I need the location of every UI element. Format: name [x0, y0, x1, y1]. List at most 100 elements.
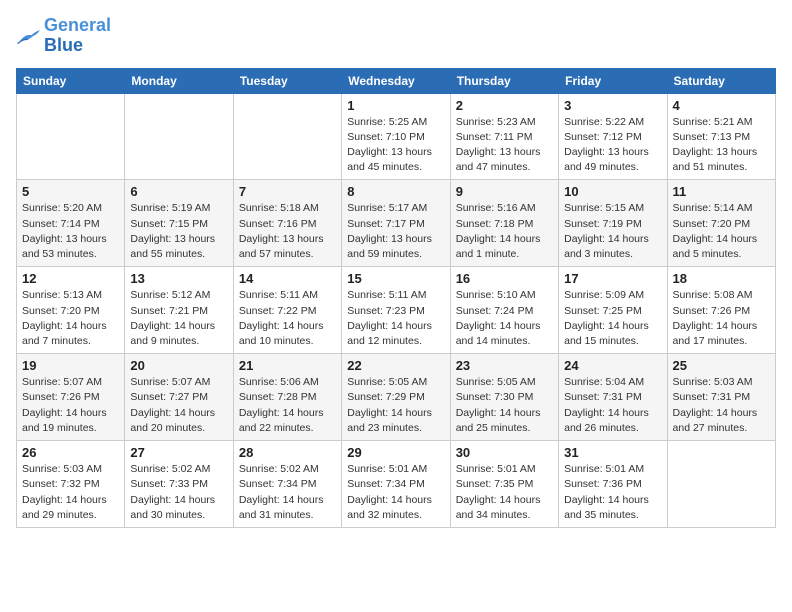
day-number: 21 — [239, 358, 336, 373]
calendar-cell: 7 Sunrise: 5:18 AMSunset: 7:16 PMDayligh… — [233, 180, 341, 267]
calendar-week-3: 12 Sunrise: 5:13 AMSunset: 7:20 PMDaylig… — [17, 267, 776, 354]
day-number: 29 — [347, 445, 444, 460]
calendar-cell: 17 Sunrise: 5:09 AMSunset: 7:25 PMDaylig… — [559, 267, 667, 354]
day-info: Sunrise: 5:01 AMSunset: 7:34 PMDaylight:… — [347, 462, 444, 523]
day-info: Sunrise: 5:07 AMSunset: 7:27 PMDaylight:… — [130, 375, 227, 436]
day-number: 7 — [239, 184, 336, 199]
day-info: Sunrise: 5:03 AMSunset: 7:32 PMDaylight:… — [22, 462, 119, 523]
day-number: 9 — [456, 184, 553, 199]
calendar-cell: 15 Sunrise: 5:11 AMSunset: 7:23 PMDaylig… — [342, 267, 450, 354]
day-number: 30 — [456, 445, 553, 460]
calendar-cell: 13 Sunrise: 5:12 AMSunset: 7:21 PMDaylig… — [125, 267, 233, 354]
day-info: Sunrise: 5:13 AMSunset: 7:20 PMDaylight:… — [22, 288, 119, 349]
calendar-cell — [233, 93, 341, 180]
calendar-week-5: 26 Sunrise: 5:03 AMSunset: 7:32 PMDaylig… — [17, 441, 776, 528]
day-info: Sunrise: 5:20 AMSunset: 7:14 PMDaylight:… — [22, 201, 119, 262]
calendar-cell: 23 Sunrise: 5:05 AMSunset: 7:30 PMDaylig… — [450, 354, 558, 441]
day-info: Sunrise: 5:11 AMSunset: 7:22 PMDaylight:… — [239, 288, 336, 349]
calendar-cell: 5 Sunrise: 5:20 AMSunset: 7:14 PMDayligh… — [17, 180, 125, 267]
day-number: 3 — [564, 98, 661, 113]
day-number: 19 — [22, 358, 119, 373]
calendar-cell: 4 Sunrise: 5:21 AMSunset: 7:13 PMDayligh… — [667, 93, 775, 180]
calendar-body: 1 Sunrise: 5:25 AMSunset: 7:10 PMDayligh… — [17, 93, 776, 527]
calendar-week-2: 5 Sunrise: 5:20 AMSunset: 7:14 PMDayligh… — [17, 180, 776, 267]
calendar-cell: 31 Sunrise: 5:01 AMSunset: 7:36 PMDaylig… — [559, 441, 667, 528]
day-info: Sunrise: 5:15 AMSunset: 7:19 PMDaylight:… — [564, 201, 661, 262]
day-info: Sunrise: 5:01 AMSunset: 7:36 PMDaylight:… — [564, 462, 661, 523]
day-info: Sunrise: 5:23 AMSunset: 7:11 PMDaylight:… — [456, 115, 553, 176]
calendar-cell — [667, 441, 775, 528]
calendar-header-friday: Friday — [559, 68, 667, 93]
calendar-cell: 16 Sunrise: 5:10 AMSunset: 7:24 PMDaylig… — [450, 267, 558, 354]
day-number: 8 — [347, 184, 444, 199]
calendar-cell: 29 Sunrise: 5:01 AMSunset: 7:34 PMDaylig… — [342, 441, 450, 528]
logo-text: GeneralBlue — [44, 16, 111, 56]
calendar-header-thursday: Thursday — [450, 68, 558, 93]
calendar-week-1: 1 Sunrise: 5:25 AMSunset: 7:10 PMDayligh… — [17, 93, 776, 180]
calendar-header-saturday: Saturday — [667, 68, 775, 93]
day-number: 11 — [673, 184, 770, 199]
day-number: 31 — [564, 445, 661, 460]
day-info: Sunrise: 5:07 AMSunset: 7:26 PMDaylight:… — [22, 375, 119, 436]
logo-bird-icon — [16, 26, 40, 46]
day-number: 14 — [239, 271, 336, 286]
calendar-cell: 2 Sunrise: 5:23 AMSunset: 7:11 PMDayligh… — [450, 93, 558, 180]
day-info: Sunrise: 5:05 AMSunset: 7:30 PMDaylight:… — [456, 375, 553, 436]
calendar-cell: 6 Sunrise: 5:19 AMSunset: 7:15 PMDayligh… — [125, 180, 233, 267]
calendar-header-wednesday: Wednesday — [342, 68, 450, 93]
calendar-cell: 10 Sunrise: 5:15 AMSunset: 7:19 PMDaylig… — [559, 180, 667, 267]
calendar-cell: 9 Sunrise: 5:16 AMSunset: 7:18 PMDayligh… — [450, 180, 558, 267]
day-number: 6 — [130, 184, 227, 199]
calendar-cell: 1 Sunrise: 5:25 AMSunset: 7:10 PMDayligh… — [342, 93, 450, 180]
calendar-header-sunday: Sunday — [17, 68, 125, 93]
day-info: Sunrise: 5:01 AMSunset: 7:35 PMDaylight:… — [456, 462, 553, 523]
day-info: Sunrise: 5:05 AMSunset: 7:29 PMDaylight:… — [347, 375, 444, 436]
calendar-table: SundayMondayTuesdayWednesdayThursdayFrid… — [16, 68, 776, 528]
day-number: 15 — [347, 271, 444, 286]
day-info: Sunrise: 5:11 AMSunset: 7:23 PMDaylight:… — [347, 288, 444, 349]
day-number: 20 — [130, 358, 227, 373]
day-info: Sunrise: 5:06 AMSunset: 7:28 PMDaylight:… — [239, 375, 336, 436]
day-number: 5 — [22, 184, 119, 199]
day-info: Sunrise: 5:18 AMSunset: 7:16 PMDaylight:… — [239, 201, 336, 262]
calendar-cell: 30 Sunrise: 5:01 AMSunset: 7:35 PMDaylig… — [450, 441, 558, 528]
calendar-cell: 25 Sunrise: 5:03 AMSunset: 7:31 PMDaylig… — [667, 354, 775, 441]
day-info: Sunrise: 5:03 AMSunset: 7:31 PMDaylight:… — [673, 375, 770, 436]
calendar-cell: 21 Sunrise: 5:06 AMSunset: 7:28 PMDaylig… — [233, 354, 341, 441]
day-info: Sunrise: 5:21 AMSunset: 7:13 PMDaylight:… — [673, 115, 770, 176]
day-number: 17 — [564, 271, 661, 286]
calendar-cell: 26 Sunrise: 5:03 AMSunset: 7:32 PMDaylig… — [17, 441, 125, 528]
day-number: 26 — [22, 445, 119, 460]
calendar-cell: 8 Sunrise: 5:17 AMSunset: 7:17 PMDayligh… — [342, 180, 450, 267]
calendar-cell: 19 Sunrise: 5:07 AMSunset: 7:26 PMDaylig… — [17, 354, 125, 441]
day-info: Sunrise: 5:19 AMSunset: 7:15 PMDaylight:… — [130, 201, 227, 262]
day-number: 4 — [673, 98, 770, 113]
calendar-cell: 28 Sunrise: 5:02 AMSunset: 7:34 PMDaylig… — [233, 441, 341, 528]
day-info: Sunrise: 5:25 AMSunset: 7:10 PMDaylight:… — [347, 115, 444, 176]
day-info: Sunrise: 5:16 AMSunset: 7:18 PMDaylight:… — [456, 201, 553, 262]
day-number: 16 — [456, 271, 553, 286]
calendar-cell — [17, 93, 125, 180]
day-number: 12 — [22, 271, 119, 286]
calendar-cell: 22 Sunrise: 5:05 AMSunset: 7:29 PMDaylig… — [342, 354, 450, 441]
day-number: 2 — [456, 98, 553, 113]
day-info: Sunrise: 5:08 AMSunset: 7:26 PMDaylight:… — [673, 288, 770, 349]
day-number: 13 — [130, 271, 227, 286]
day-number: 18 — [673, 271, 770, 286]
calendar-cell: 20 Sunrise: 5:07 AMSunset: 7:27 PMDaylig… — [125, 354, 233, 441]
day-number: 28 — [239, 445, 336, 460]
day-info: Sunrise: 5:02 AMSunset: 7:33 PMDaylight:… — [130, 462, 227, 523]
calendar-cell: 24 Sunrise: 5:04 AMSunset: 7:31 PMDaylig… — [559, 354, 667, 441]
calendar-header-tuesday: Tuesday — [233, 68, 341, 93]
day-number: 24 — [564, 358, 661, 373]
calendar-cell — [125, 93, 233, 180]
day-number: 23 — [456, 358, 553, 373]
day-number: 22 — [347, 358, 444, 373]
calendar-header-row: SundayMondayTuesdayWednesdayThursdayFrid… — [17, 68, 776, 93]
day-info: Sunrise: 5:22 AMSunset: 7:12 PMDaylight:… — [564, 115, 661, 176]
calendar-cell: 11 Sunrise: 5:14 AMSunset: 7:20 PMDaylig… — [667, 180, 775, 267]
day-info: Sunrise: 5:04 AMSunset: 7:31 PMDaylight:… — [564, 375, 661, 436]
day-info: Sunrise: 5:02 AMSunset: 7:34 PMDaylight:… — [239, 462, 336, 523]
day-number: 1 — [347, 98, 444, 113]
calendar-header-monday: Monday — [125, 68, 233, 93]
